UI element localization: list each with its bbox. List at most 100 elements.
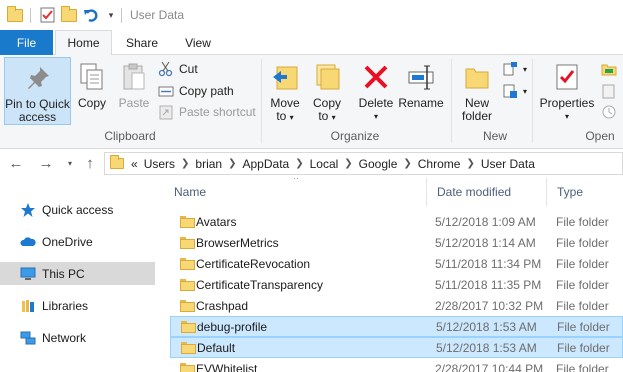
breadcrumb-chevron-icon[interactable]: ❯ [344,158,352,169]
tab-file[interactable]: File [0,30,53,55]
delete-button[interactable]: Delete ▾ [356,57,396,125]
properties-button[interactable]: Properties ▾ [537,57,597,125]
table-row[interactable]: CertificateRevocation 5/11/2018 11:34 PM… [170,253,623,274]
column-header-type[interactable]: Type [547,178,623,206]
dropdown-arrow-icon: ▾ [373,112,378,121]
nav-item-quick-access[interactable]: Quick access [0,198,155,221]
file-type: File folder [557,319,610,334]
file-date: 5/11/2018 11:34 PM [435,256,542,271]
paste-shortcut-label: Paste shortcut [179,105,256,119]
column-header-date-modified[interactable]: Date modified [427,178,547,206]
folder-icon [180,278,195,291]
folder-icon [181,320,196,333]
customize-toolbar-chevron-icon[interactable]: ▾ [102,6,120,24]
breadcrumb-brian[interactable]: brian [195,157,222,171]
libraries-icon [20,298,36,314]
address-bar[interactable]: « Users ❯ brian ❯ AppData ❯ Local ❯ Goog… [104,152,623,175]
table-row[interactable]: Default 5/12/2018 1:53 AM File folder [170,337,623,358]
nav-item-libraries[interactable]: Libraries [0,294,155,317]
folder-icon [180,257,195,270]
computer-icon [20,266,36,282]
table-row[interactable]: Avatars 5/12/2018 1:09 AM File folder [170,211,623,232]
ribbon: Pin to Quick access Copy Paste Cut Copy … [0,55,623,149]
breadcrumb-chevron-icon[interactable]: ❯ [466,158,474,169]
move-to-button[interactable]: Move to ▾ [266,57,304,125]
breadcrumb-google[interactable]: Google [359,157,398,171]
easy-access-button[interactable]: ▾ [502,81,527,101]
table-row[interactable]: EVWhitelist 2/28/2017 10:44 PM File fold… [170,358,623,372]
breadcrumb-chevron-icon[interactable]: ❯ [228,158,236,169]
tab-home[interactable]: Home [55,30,112,56]
nav-item-this-pc[interactable]: This PC [0,262,155,285]
nav-item-onedrive[interactable]: OneDrive [0,230,155,253]
copy-icon [76,61,108,93]
breadcrumb-appdata[interactable]: AppData [243,157,290,171]
copy-path-button[interactable]: Copy path [158,81,234,101]
paste-button[interactable]: Paste [114,57,154,125]
recent-locations-chevron-icon[interactable]: ▾ [60,153,80,173]
forward-arrow-icon[interactable]: → [36,153,56,173]
group-divider [261,59,262,143]
nav-label: Network [42,330,87,345]
divider [121,8,122,23]
new-item-icon [502,61,518,77]
cut-button[interactable]: Cut [158,59,198,79]
dropdown-arrow-icon: ▾ [564,112,569,121]
breadcrumb-chevron-icon[interactable]: ❯ [403,158,411,169]
table-row[interactable]: debug-profile 5/12/2018 1:53 AM File fol… [170,316,623,337]
navigation-pane: Quick access OneDrive This PC Libraries … [0,178,160,372]
folder-icon [181,341,196,354]
paste-label: Paste [118,96,150,110]
table-row[interactable]: Crashpad 2/28/2017 10:32 PM File folder [170,295,623,316]
nav-item-network[interactable]: Network [0,326,155,349]
move-to-icon [269,61,301,93]
navigation-bar: ← → ▾ ↑ « Users ❯ brian ❯ AppData ❯ Loca… [0,150,623,176]
file-name: Default [197,340,236,355]
new-folder-icon[interactable] [60,5,78,24]
dropdown-arrow-icon: ▾ [523,64,528,74]
new-folder-button[interactable]: New folder [456,57,498,125]
table-row[interactable]: CertificateTransparency 5/11/2018 11:35 … [170,274,623,295]
breadcrumb-users[interactable]: Users [144,157,175,171]
breadcrumb-overflow[interactable]: « [131,157,138,171]
file-type: File folder [556,235,609,250]
copy-button[interactable]: Copy [74,57,110,125]
rename-button[interactable]: Rename [398,57,444,125]
file-date: 5/12/2018 1:53 AM [436,340,537,355]
move-to-label-line2: to [276,109,287,123]
file-name: debug-profile [197,319,268,334]
table-row[interactable]: BrowserMetrics 5/12/2018 1:14 AM File fo… [170,232,623,253]
folder-icon [180,236,195,249]
breadcrumb-local[interactable]: Local [310,157,339,171]
properties-check-icon[interactable] [38,6,56,24]
up-arrow-icon[interactable]: ↑ [80,153,100,173]
pin-to-quick-access-button[interactable]: Pin to Quick access [4,57,71,125]
cut-label: Cut [179,62,198,76]
breadcrumb-chevron-icon[interactable]: ❯ [295,158,303,169]
undo-icon[interactable] [82,6,100,24]
tab-view[interactable]: View [172,30,224,55]
copy-to-button[interactable]: Copy to ▾ [308,57,346,125]
properties-label: Properties [539,96,595,110]
file-type: File folder [556,214,609,229]
copy-to-icon [311,61,343,93]
back-arrow-icon[interactable]: ← [6,153,26,173]
paste-shortcut-button[interactable]: Paste shortcut [158,102,256,122]
breadcrumb-user-data[interactable]: User Data [481,157,535,171]
folder-icon [180,299,195,312]
file-type: File folder [556,256,609,271]
tab-share[interactable]: Share [115,30,169,55]
breadcrumb-chrome[interactable]: Chrome [418,157,461,171]
file-date: 5/11/2018 11:35 PM [435,277,542,292]
open-button[interactable] [601,59,622,79]
new-item-button[interactable]: ▾ [502,59,527,79]
nav-label: This PC [42,266,85,281]
column-header-name[interactable]: Name [164,178,427,206]
file-name: EVWhitelist [196,361,258,372]
title-bar: ▾ User Data [0,0,623,30]
file-date: 5/12/2018 1:09 AM [435,214,536,229]
group-divider [532,59,533,143]
breadcrumb-chevron-icon[interactable]: ❯ [181,158,189,169]
edit-button[interactable] [601,81,622,101]
history-button[interactable] [601,102,622,122]
